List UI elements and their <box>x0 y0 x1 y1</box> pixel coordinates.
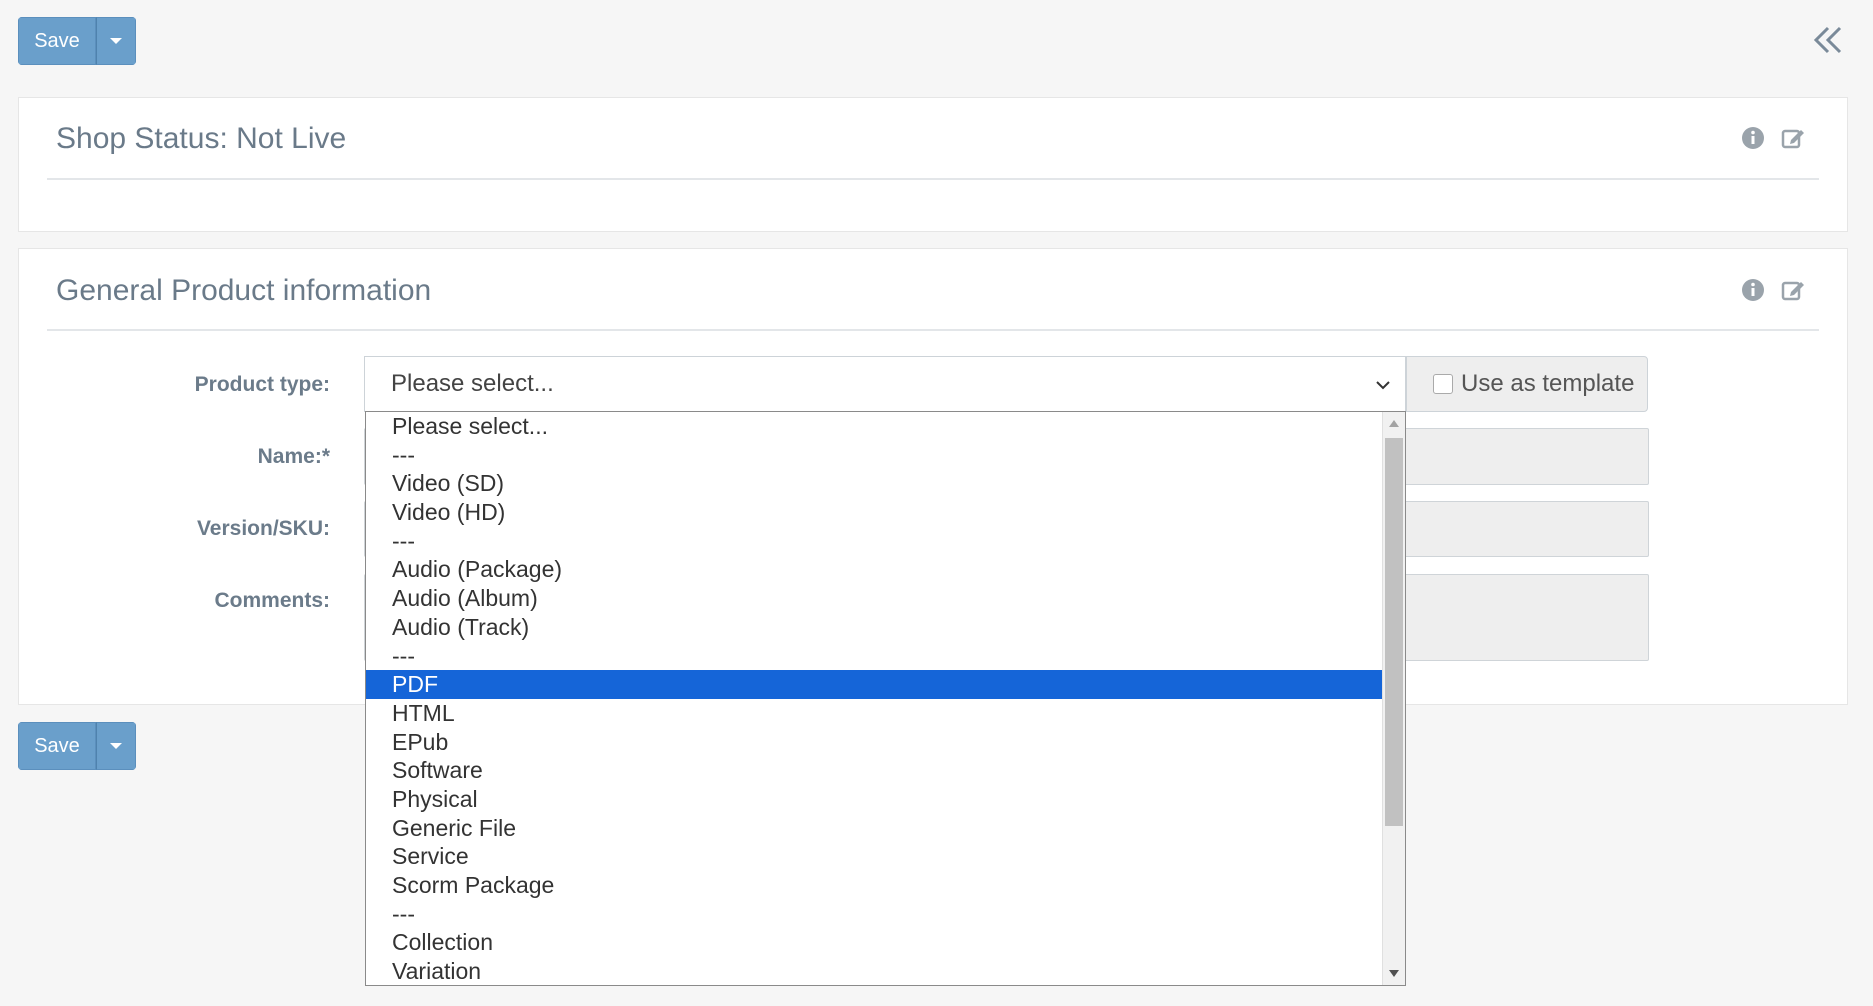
option-list: Please select... --- Video (SD) Video (HD) -… <box>366 412 1382 986</box>
dropdown-option[interactable]: Video (HD) <box>366 498 1382 527</box>
dropdown-option[interactable]: Scorm Package <box>366 871 1382 900</box>
use-as-template-label: Use as template <box>1461 370 1635 397</box>
version-sku-label: Version/SKU: <box>196 517 330 540</box>
double-chevron-left-icon[interactable] <box>1810 22 1846 58</box>
edit-icon[interactable] <box>1781 278 1805 302</box>
caret-down-icon <box>110 38 122 44</box>
product-type-selected-value: Please select... <box>391 370 554 397</box>
save-options-dropdown-button[interactable] <box>96 722 136 770</box>
name-label: Name:* <box>257 445 330 468</box>
dropdown-option[interactable]: PDF <box>366 670 1382 699</box>
comments-label: Comments: <box>214 589 330 612</box>
use-as-template-checkbox[interactable] <box>1433 374 1453 394</box>
dropdown-option[interactable]: Video (SD) <box>366 469 1382 498</box>
dropdown-scrollbar[interactable] <box>1382 412 1405 985</box>
panel-divider <box>47 178 1819 180</box>
general-product-title: General Product information <box>56 274 432 307</box>
product-type-label: Product type: <box>194 373 330 396</box>
save-button[interactable]: Save <box>18 17 96 65</box>
dropdown-option[interactable]: Generic File <box>366 814 1382 843</box>
shop-status-panel: Shop Status: Not Live <box>18 97 1848 232</box>
product-type-dropdown-list: Please select... --- Video (SD) Video (HD) -… <box>365 411 1406 986</box>
shop-status-title: Shop Status: Not Live <box>56 122 347 155</box>
chevron-down-icon <box>1376 381 1390 390</box>
dropdown-option[interactable]: Audio (Track) <box>366 613 1382 642</box>
dropdown-option[interactable]: Audio (Package) <box>366 555 1382 584</box>
dropdown-option[interactable]: Service <box>366 842 1382 871</box>
scrollbar-thumb[interactable] <box>1385 438 1403 826</box>
panel-divider <box>47 329 1819 331</box>
dropdown-option[interactable]: --- <box>366 642 1382 671</box>
dropdown-option[interactable]: --- <box>366 527 1382 556</box>
dropdown-option[interactable]: Physical <box>366 785 1382 814</box>
bottom-save-button-group: Save <box>18 722 136 770</box>
caret-down-icon <box>110 743 122 749</box>
dropdown-option[interactable]: --- <box>366 900 1382 929</box>
dropdown-option[interactable]: EPub <box>366 728 1382 757</box>
dropdown-option[interactable]: Software <box>366 756 1382 785</box>
info-icon[interactable] <box>1741 126 1765 150</box>
info-icon[interactable] <box>1741 278 1765 302</box>
dropdown-option[interactable]: Please select... <box>366 412 1382 441</box>
save-options-dropdown-button[interactable] <box>96 17 136 65</box>
use-as-template-addon[interactable]: Use as template <box>1406 356 1648 412</box>
scroll-up-arrow-icon[interactable] <box>1389 420 1399 427</box>
product-type-select[interactable]: Please select... <box>364 356 1406 412</box>
scroll-down-arrow-icon[interactable] <box>1389 970 1399 977</box>
dropdown-option[interactable]: Collection <box>366 928 1382 957</box>
top-save-button-group: Save <box>18 17 136 65</box>
dropdown-option[interactable]: Audio (Album) <box>366 584 1382 613</box>
edit-icon[interactable] <box>1781 126 1805 150</box>
dropdown-option[interactable]: Variation <box>366 957 1382 986</box>
dropdown-option[interactable]: HTML <box>366 699 1382 728</box>
save-button[interactable]: Save <box>18 722 96 770</box>
dropdown-option[interactable]: --- <box>366 441 1382 470</box>
